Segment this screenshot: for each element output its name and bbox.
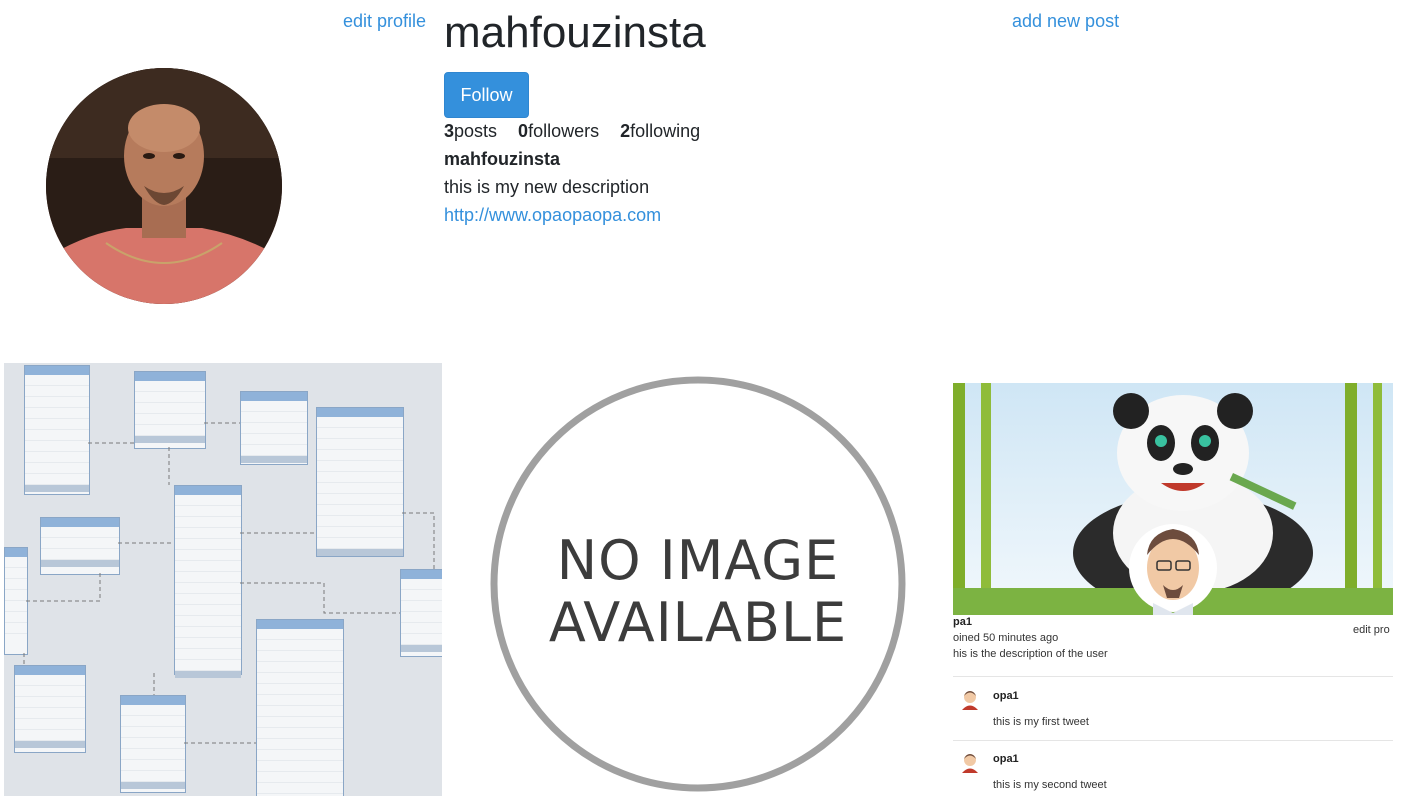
profile-username: mahfouzinsta: [444, 8, 706, 57]
post-thumbnail-3[interactable]: pa1 edit pro oined 50 minutes ago his is…: [953, 383, 1393, 796]
post-thumbnail-2[interactable]: NO IMAGE AVAILABLE: [490, 375, 906, 793]
post3-description: his is the description of the user: [953, 648, 1108, 660]
profile-website-link[interactable]: http://www.opaopaopa.com: [444, 205, 661, 226]
profile-avatar: [46, 68, 282, 304]
divider: [953, 676, 1393, 677]
profile-title: mahfouzinsta: [444, 149, 561, 169]
tweet-avatar: [959, 688, 981, 710]
followers-count: 0: [518, 121, 529, 141]
following-stat: 2following: [620, 121, 700, 142]
followers-label: followers: [528, 121, 600, 141]
post3-edit-profile: edit pro: [1353, 624, 1390, 636]
post-thumbnail-1[interactable]: [4, 363, 442, 796]
user-avatar-icon: [962, 754, 978, 773]
posts-count: 3: [444, 121, 455, 141]
post3-username: pa1: [953, 616, 972, 628]
diagram-connectors: [23, 422, 435, 744]
profile-stats: 3posts 0followers 2following: [444, 121, 700, 142]
tweet-text: this is my first tweet: [993, 716, 1089, 728]
add-new-post-link[interactable]: add new post: [1012, 11, 1119, 32]
avatar-photo: [46, 68, 282, 304]
diagram-image: [4, 363, 442, 796]
tweet-author: opa1: [993, 690, 1019, 702]
profile-description: this is my new description: [444, 177, 650, 197]
tweet-author: opa1: [993, 753, 1019, 765]
following-label: following: [630, 121, 701, 141]
edit-profile-link[interactable]: edit profile: [343, 11, 426, 32]
posts-label: posts: [454, 121, 498, 141]
cover-image: [953, 383, 1393, 615]
post3-joined: oined 50 minutes ago: [953, 632, 1059, 644]
following-count: 2: [620, 121, 631, 141]
tweet-text: this is my second tweet: [993, 779, 1107, 791]
followers-stat: 0followers: [518, 121, 599, 142]
no-image-line-2: AVAILABLE: [548, 591, 848, 654]
divider: [953, 740, 1393, 741]
user-avatar-icon: [962, 691, 978, 710]
no-image-line-1: NO IMAGE: [556, 529, 840, 592]
posts-stat: 3posts: [444, 121, 497, 142]
follow-button[interactable]: Follow: [444, 72, 529, 118]
tweet-avatar: [959, 751, 981, 773]
